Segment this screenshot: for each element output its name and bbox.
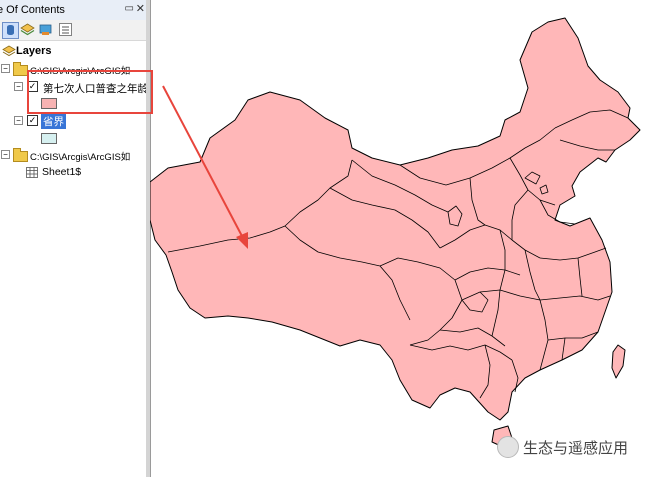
provinces-layer — [149, 17, 641, 448]
watermark-text: 生态与遥感应用 — [523, 440, 629, 457]
data-source-group-2[interactable]: − C:\GIS\Arcgis\ArcGIS如 — [0, 147, 146, 163]
collapse-toggle[interactable]: − — [1, 64, 10, 73]
layer-symbol-row — [0, 130, 146, 146]
toc-title: e Of Contents — [0, 4, 65, 16]
collapse-toggle[interactable]: − — [14, 116, 23, 125]
toc-title-bar: e Of Contents ▭ ✕ — [0, 0, 146, 21]
toc-toolbar — [0, 20, 146, 41]
layers-label: Layers — [16, 45, 52, 57]
collapse-toggle[interactable]: − — [1, 150, 10, 159]
layers-icon — [20, 23, 35, 36]
folder-icon — [13, 148, 28, 162]
country-outline — [149, 17, 641, 421]
table-name: Sheet1$ — [42, 166, 82, 178]
symbol-swatch[interactable] — [41, 133, 57, 144]
table-sheet1[interactable]: Sheet1$ — [0, 164, 146, 180]
wechat-icon — [497, 436, 519, 458]
island-taiwan — [611, 344, 626, 379]
collapse-toggle[interactable]: − — [14, 82, 23, 91]
folder-icon — [13, 62, 28, 76]
data-source-path: C:\GIS\Arcgis\ArcGIS如 — [30, 152, 131, 163]
list-by-drawing-order-button[interactable] — [2, 22, 19, 39]
table-icon — [26, 167, 38, 178]
layers-icon — [2, 45, 16, 57]
layer-province-boundary[interactable]: − ✓ 省界 — [0, 113, 146, 129]
list-by-source-button[interactable] — [20, 22, 35, 37]
watermark: 生态与遥感应用 — [497, 433, 657, 459]
layer-name: 省界 — [41, 114, 66, 129]
layer-visibility-checkbox[interactable]: ✓ — [27, 115, 38, 126]
map-view[interactable] — [149, 0, 660, 477]
china-map — [149, 17, 641, 448]
visibility-icon — [39, 24, 52, 35]
highlight-box — [27, 70, 153, 114]
selection-list-icon — [59, 23, 72, 36]
pin-icon[interactable]: ▭ — [125, 3, 134, 14]
list-by-selection-button[interactable] — [58, 22, 73, 37]
close-icon[interactable]: ✕ — [136, 2, 145, 15]
list-by-visibility-button[interactable] — [38, 22, 53, 37]
database-icon — [7, 25, 14, 35]
